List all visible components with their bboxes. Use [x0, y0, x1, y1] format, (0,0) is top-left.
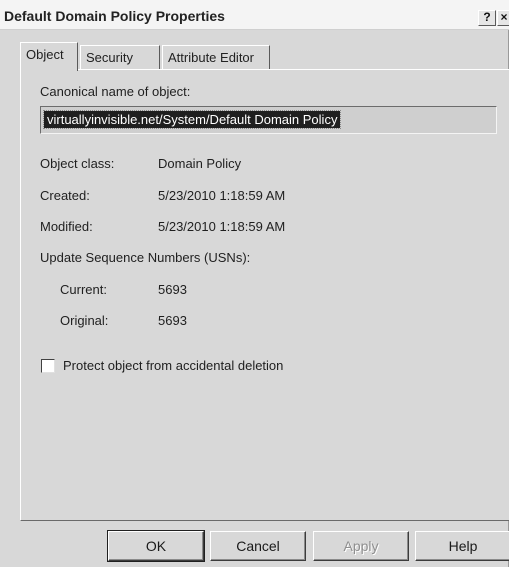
usn-current-value: 5693 [158, 282, 187, 297]
canonical-name-value[interactable]: virtuallyinvisible.net/System/Default Do… [42, 110, 342, 129]
usn-original-value: 5693 [158, 313, 187, 328]
cancel-button[interactable]: Cancel [210, 531, 306, 561]
help-button[interactable]: Help [415, 531, 509, 561]
created-label: Created: [40, 188, 90, 203]
modified-label: Modified: [40, 219, 93, 234]
usn-heading: Update Sequence Numbers (USNs): [40, 250, 251, 265]
tab-object[interactable]: Object [20, 42, 78, 71]
title-bar[interactable]: Default Domain Policy Properties ? × [0, 0, 509, 30]
properties-dialog: Default Domain Policy Properties ? × Obj… [0, 0, 509, 567]
object-class-value: Domain Policy [158, 156, 242, 171]
canonical-name-field[interactable]: virtuallyinvisible.net/System/Default Do… [40, 106, 497, 134]
window-title: Default Domain Policy Properties [4, 8, 225, 24]
tab-attribute-editor[interactable]: Attribute Editor [162, 45, 270, 70]
protect-deletion-label[interactable]: Protect object from accidental deletion [63, 358, 283, 373]
close-icon[interactable]: × [497, 10, 509, 26]
ok-button[interactable]: OK [107, 530, 205, 562]
help-icon[interactable]: ? [478, 10, 496, 26]
protect-deletion-checkbox[interactable] [41, 359, 55, 373]
object-class-label: Object class: [40, 156, 115, 171]
canonical-name-label: Canonical name of object: [40, 84, 191, 99]
usn-original-label: Original: [60, 313, 109, 328]
created-value: 5/23/2010 1:18:59 AM [158, 188, 286, 203]
tab-security[interactable]: Security [80, 45, 160, 70]
apply-button[interactable]: Apply [313, 531, 409, 561]
usn-current-label: Current: [60, 282, 107, 297]
modified-value: 5/23/2010 1:18:59 AM [158, 219, 286, 234]
